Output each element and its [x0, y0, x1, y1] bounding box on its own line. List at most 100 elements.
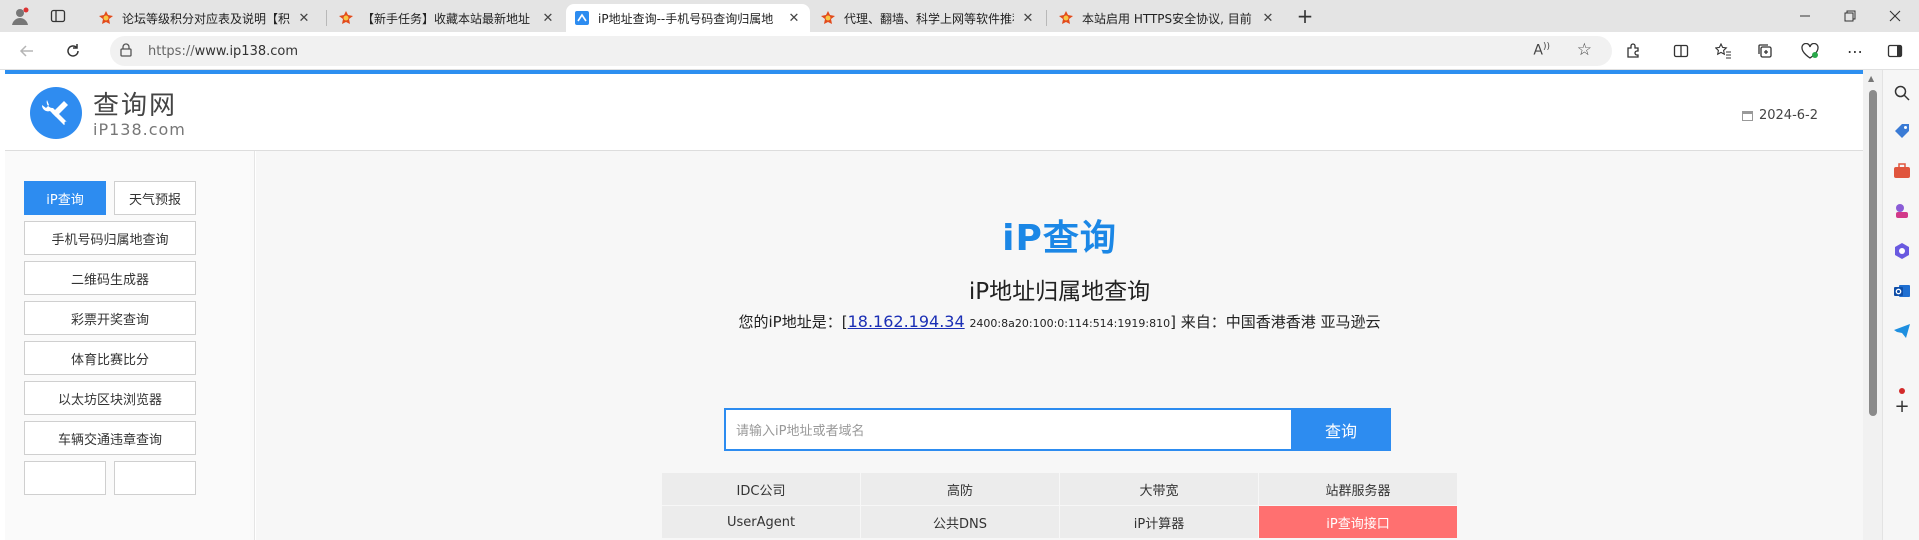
tab-title: 代理、翻墙、科学上网等软件推荐: [844, 11, 1014, 26]
profile-avatar-icon[interactable]: [8, 4, 32, 28]
quick-links-row: UserAgent 公共DNS iP计算器 iP查询接口: [662, 506, 1457, 539]
hero-title: iP查询: [1002, 218, 1117, 259]
sidebar-tab-ip[interactable]: iP查询: [24, 181, 106, 215]
close-tab-icon[interactable]: ✕: [540, 11, 556, 26]
split-screen-icon[interactable]: [1668, 39, 1694, 63]
read-aloud-icon[interactable]: A)): [1533, 42, 1550, 59]
link-bandwidth[interactable]: 大带宽: [1060, 473, 1258, 505]
ip-search-input[interactable]: 请输入iP地址或者域名: [724, 408, 1291, 451]
sidebar-item-traffic[interactable]: 车辆交通违章查询: [24, 421, 196, 455]
forum-favicon-icon: [820, 10, 836, 26]
sidebar-item-partial[interactable]: [114, 461, 196, 495]
date-text: 2024-6-2: [1758, 108, 1818, 123]
sidebar-toggle-icon[interactable]: [1882, 39, 1908, 63]
microsoft365-icon[interactable]: [1891, 240, 1913, 262]
browser-tab-5[interactable]: 本站启用 HTTPS安全协议, 目前 ✕: [1050, 4, 1284, 32]
search-icon[interactable]: [1891, 82, 1913, 104]
logo-subtitle[interactable]: iP138.com: [93, 120, 186, 139]
sidebar-item-ethereum[interactable]: 以太坊区块浏览器: [24, 381, 196, 415]
sidebar-item-partial[interactable]: [24, 461, 106, 495]
url-protocol: https://: [148, 43, 195, 59]
link-idc[interactable]: IDC公司: [662, 473, 860, 505]
tab-actions-icon[interactable]: [46, 4, 70, 28]
tab-divider: [326, 10, 327, 26]
send-telegram-icon[interactable]: [1891, 320, 1913, 342]
outlook-icon[interactable]: [1891, 280, 1913, 302]
ip-prefix: 您的iP地址是：[: [738, 313, 848, 331]
site-header: 查询网 iP138.com 2024-6-2: [5, 74, 1863, 150]
minimize-icon[interactable]: [1790, 4, 1820, 28]
favorites-icon[interactable]: [1710, 39, 1736, 63]
browser-essentials-icon[interactable]: [1797, 39, 1823, 63]
tab-title: iP地址查询--手机号码查询归属地: [598, 11, 774, 26]
site-logo-tools-icon[interactable]: [30, 87, 82, 139]
lock-icon[interactable]: [120, 42, 136, 60]
quick-links-row: IDC公司 高防 大带宽 站群服务器: [662, 473, 1457, 506]
read-aloud-label: A: [1533, 42, 1543, 59]
sidebar-tab-weather[interactable]: 天气预报: [114, 181, 196, 215]
calendar-icon: [1741, 110, 1753, 121]
browser-tab-1[interactable]: 论坛等级积分对应表及说明【积分 ✕: [90, 4, 320, 32]
forum-favicon-icon: [98, 10, 114, 26]
new-tab-button[interactable]: +: [1293, 4, 1317, 28]
extensions-icon[interactable]: [1620, 39, 1646, 63]
page-scrollbar[interactable]: ▲: [1863, 70, 1882, 540]
sidebar-item-sports[interactable]: 体育比赛比分: [24, 341, 196, 375]
add-sidebar-app-icon[interactable]: +: [1891, 395, 1913, 417]
favorite-star-icon[interactable]: ☆: [1577, 40, 1592, 60]
sidebar-item-lottery[interactable]: 彩票开奖查询: [24, 301, 196, 335]
search-button[interactable]: 查询: [1291, 408, 1391, 451]
ip-location: ] 来自：中国香港香港 亚马逊云: [1170, 313, 1381, 331]
logo-title[interactable]: 查询网: [93, 85, 177, 122]
scroll-up-arrow-icon[interactable]: ▲: [1868, 74, 1874, 83]
quick-links-grid: IDC公司 高防 大带宽 站群服务器 UserAgent 公共DNS iP计算器…: [662, 473, 1457, 539]
ip-search-form: 请输入iP地址或者域名 查询: [724, 408, 1391, 451]
tab-title: 本站启用 HTTPS安全协议, 目前: [1082, 11, 1252, 26]
link-useragent[interactable]: UserAgent: [662, 506, 860, 538]
close-tab-icon[interactable]: ✕: [1020, 11, 1036, 26]
scrollbar-thumb[interactable]: [1869, 90, 1877, 416]
page-subtitle: iP地址归属地查询: [968, 279, 1151, 305]
left-sidebar: iP查询 天气预报 手机号码归属地查询 二维码生成器 彩票开奖查询 体育比赛比分…: [5, 151, 255, 540]
ip138-favicon-icon: [574, 10, 590, 26]
browser-tab-bar: 论坛等级积分对应表及说明【积分 ✕ 【新手任务】收藏本站最新地址 ✕ iP地址查…: [0, 0, 1919, 32]
url-text[interactable]: https://www.ip138.com: [148, 44, 298, 59]
address-bar[interactable]: https://www.ip138.com A)) ☆: [110, 36, 1612, 66]
close-tab-icon[interactable]: ✕: [786, 11, 802, 26]
back-arrow-icon[interactable]: [14, 39, 40, 63]
restore-icon[interactable]: [1835, 4, 1865, 28]
close-tab-icon[interactable]: ✕: [296, 11, 312, 26]
url-host: www.ip138.com: [194, 43, 299, 59]
browser-tab-3-active[interactable]: iP地址查询--手机号码查询归属地 ✕: [566, 4, 810, 32]
link-ip-calculator[interactable]: iP计算器: [1060, 506, 1258, 538]
your-ip-line: 您的iP地址是：[18.162.194.34 2400:8a20:100:0:1…: [256, 311, 1863, 332]
link-public-dns[interactable]: 公共DNS: [861, 506, 1059, 538]
tab-divider: [1046, 10, 1047, 26]
main-content: iP查询 iP地址归属地查询 您的iP地址是：[18.162.194.34 24…: [256, 151, 1863, 540]
date-display: 2024-6-2: [1741, 108, 1818, 123]
web-page: 查询网 iP138.com 2024-6-2 iP查询 天气预报 手机号码归属地…: [0, 70, 1863, 540]
browser-tab-4[interactable]: 代理、翻墙、科学上网等软件推荐 ✕: [812, 4, 1044, 32]
forum-favicon-icon: [338, 10, 354, 26]
link-ip-api[interactable]: iP查询接口: [1259, 506, 1457, 538]
forum-favicon-icon: [1058, 10, 1074, 26]
tab-title: 【新手任务】收藏本站最新地址: [362, 11, 531, 26]
shopping-tag-icon[interactable]: [1891, 120, 1913, 142]
tab-title: 论坛等级积分对应表及说明【积分: [122, 11, 290, 26]
tools-briefcase-icon[interactable]: [1891, 160, 1913, 182]
refresh-icon[interactable]: [60, 39, 86, 63]
ipv4-link[interactable]: 18.162.194.34: [848, 312, 965, 331]
edge-sidebar: +: [1882, 70, 1919, 540]
games-icon[interactable]: [1891, 200, 1913, 222]
ipv6-text: 2400:8a20:100:0:114:514:1919:810: [969, 317, 1171, 330]
browser-tab-2[interactable]: 【新手任务】收藏本站最新地址 ✕: [330, 4, 564, 32]
close-tab-icon[interactable]: ✕: [1260, 11, 1276, 26]
link-station-group[interactable]: 站群服务器: [1259, 473, 1457, 505]
close-window-icon[interactable]: [1880, 4, 1910, 28]
browser-toolbar: https://www.ip138.com A)) ☆ ⋯: [0, 32, 1919, 70]
link-ddos[interactable]: 高防: [861, 473, 1059, 505]
settings-more-icon[interactable]: ⋯: [1842, 39, 1868, 63]
collections-icon[interactable]: [1752, 39, 1778, 63]
sidebar-item-phone[interactable]: 手机号码归属地查询: [24, 221, 196, 255]
sidebar-item-qrcode[interactable]: 二维码生成器: [24, 261, 196, 295]
